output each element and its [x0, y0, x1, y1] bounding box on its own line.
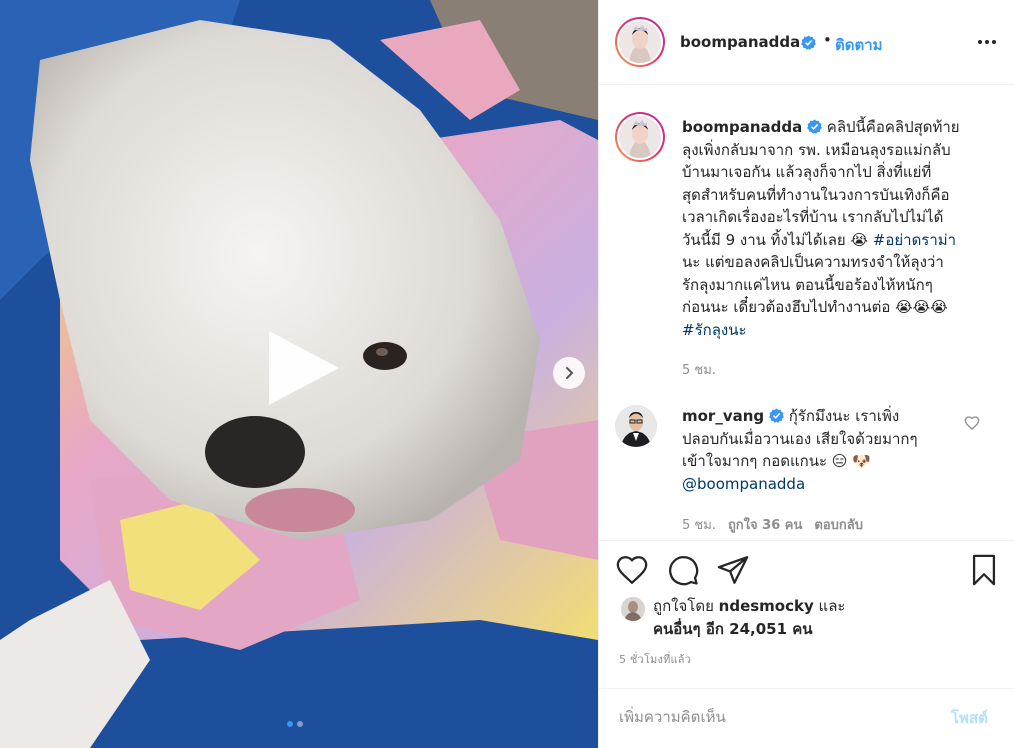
likes-text: ถูกใจโดย ndesmocky และ คนอื่นๆ อีก 24,05…	[653, 595, 983, 641]
header-separator: •	[823, 31, 832, 49]
post-media[interactable]	[0, 0, 598, 748]
carousel-indicator	[287, 721, 303, 727]
commenter-avatar[interactable]	[615, 405, 657, 447]
caption-line: คลิปนี้คือคลิปสุดท้าย	[826, 118, 960, 136]
verified-badge-icon	[807, 119, 822, 134]
caption-text: boompanadda คลิปนี้คือคลิปสุดท้าย ลุงเพิ…	[682, 116, 984, 341]
likes-and: และ	[818, 597, 846, 615]
post-actions	[599, 540, 1014, 600]
more-horizontal-icon[interactable]	[975, 32, 999, 52]
chevron-right-icon	[566, 367, 574, 379]
heart-icon[interactable]	[615, 553, 649, 587]
bookmark-icon[interactable]	[967, 553, 1001, 587]
add-comment-form: โพสต์	[599, 688, 1014, 748]
liker-avatar[interactable]	[621, 597, 645, 621]
caption-line: บ้านมาเจอกัน แล้วลุงก็จากไป สิ่งที่แย่ที…	[682, 163, 932, 181]
author-avatar[interactable]	[615, 17, 665, 67]
comment-meta: 5 ชม. ถูกใจ 36 คน ตอบกลับ	[682, 514, 863, 535]
carousel-dot-active	[287, 721, 293, 727]
caption-line: ก่อนนะ เดี๋ยวต้องฮึบไปทำงานต่อ 😭😭😭	[682, 298, 948, 316]
play-icon[interactable]	[263, 327, 343, 409]
caption-line: นะ แต่ขอลงคลิปเป็นความทรงจำให้ลุงว่า	[682, 253, 944, 271]
comment-bubble-icon[interactable]	[666, 553, 700, 587]
likes-count[interactable]: คนอื่นๆ อีก 24,051 คน	[653, 620, 813, 638]
hashtag-link[interactable]: #อย่าดราม่า	[873, 231, 956, 249]
post-comment-button[interactable]: โพสต์	[951, 706, 988, 730]
liker-username[interactable]: ndesmocky	[719, 597, 814, 615]
reply-button[interactable]: ตอบกลับ	[814, 514, 863, 535]
author-username[interactable]: boompanadda	[680, 33, 800, 51]
commenter-username[interactable]: mor_vang	[682, 407, 764, 425]
caption-author-avatar[interactable]	[615, 112, 665, 162]
caption-line: รักลุงมากแค่ไหน ตอนนี้ขอร้องไห้หนักๆ	[682, 275, 933, 294]
post-timestamp[interactable]: 5 ชั่วโมงที่แล้ว	[619, 650, 691, 668]
post-side-panel: boompanadda • ติดตาม boompanadda คลิปนี้…	[598, 0, 1014, 748]
comment-line: เข้าใจมากๆ กอดแกนะ 😑 🐶	[682, 452, 871, 470]
mention-link[interactable]: @boompanadda	[682, 475, 805, 493]
comment-line: ปลอบกันเมื่อวานเอง เสียใจด้วยมากๆ	[682, 429, 918, 448]
comment-input[interactable]	[619, 705, 919, 729]
caption-line: สุดสำหรับคนที่ทำงานในวงการบันเทิงก็คือ	[682, 185, 950, 204]
likes-summary: ถูกใจโดย ndesmocky และ คนอื่นๆ อีก 24,05…	[615, 595, 999, 645]
paper-plane-icon[interactable]	[716, 553, 750, 587]
caption-username[interactable]: boompanadda	[682, 118, 802, 136]
caption-timestamp[interactable]: 5 ชม.	[682, 359, 716, 380]
comment-text: mor_vang กุ้รักมึงนะ เราเพิ่ง ปลอบกันเมื…	[682, 405, 962, 495]
comment-timestamp[interactable]: 5 ชม.	[682, 514, 716, 535]
comment-like-heart-icon[interactable]	[964, 415, 980, 431]
post-header: boompanadda • ติดตาม	[599, 0, 1014, 85]
caption-line: เวลาเกิดเรื่องอะไรที่บ้าน เรากลับไปไม่ได…	[682, 208, 944, 226]
follow-button[interactable]: ติดตาม	[835, 33, 883, 57]
verified-badge-icon	[801, 35, 816, 50]
likes-prefix: ถูกใจโดย	[653, 597, 714, 615]
carousel-next-button[interactable]	[553, 357, 585, 389]
caption-line: วันนี้มี 9 งาน ทิ้งไม่ได้เลย 😭	[682, 230, 868, 249]
carousel-dot	[297, 721, 303, 727]
hashtag-link[interactable]: #รักลุงนะ	[682, 321, 747, 339]
caption-line: ลุงเพิ่งกลับมาจาก รพ. เหมือนลุงรอแม่กลับ	[682, 140, 951, 159]
comment-likes-count[interactable]: ถูกใจ 36 คน	[728, 514, 802, 535]
verified-badge-icon	[769, 408, 784, 423]
comment-line: กุ้รักมึงนะ เราเพิ่ง	[788, 407, 900, 425]
